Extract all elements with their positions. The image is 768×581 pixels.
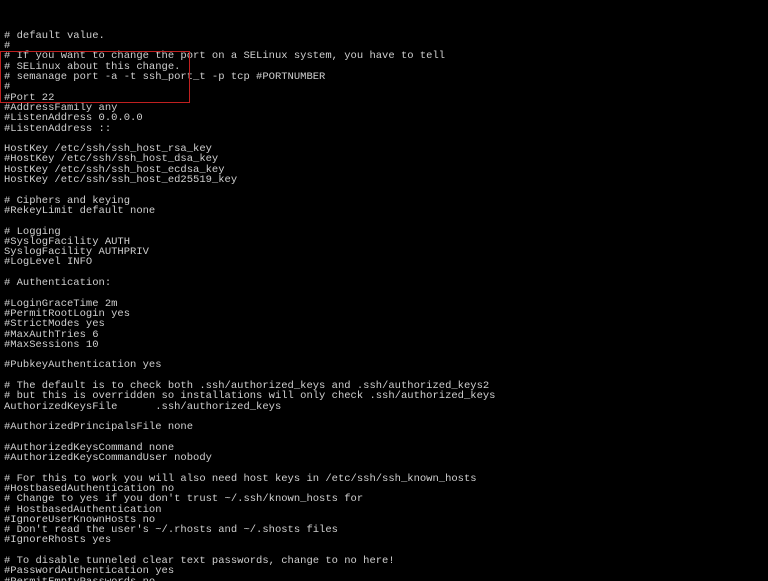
config-line: #AuthorizedKeysCommandUser nobody: [4, 453, 764, 463]
config-line: #MaxSessions 10: [4, 340, 764, 350]
config-line: #AuthorizedPrincipalsFile none: [4, 422, 764, 432]
config-line: [4, 288, 764, 298]
config-line: [4, 268, 764, 278]
config-line: # default value.: [4, 31, 764, 41]
config-line: HostKey /etc/ssh/ssh_host_ed25519_key: [4, 175, 764, 185]
config-line: # Authentication:: [4, 278, 764, 288]
terminal-viewport[interactable]: # default value.## If you want to change…: [0, 0, 768, 581]
config-line: #PermitRootLogin yes: [4, 309, 764, 319]
config-line: # semanage port -a -t ssh_port_t -p tcp …: [4, 72, 764, 82]
config-line: #RekeyLimit default none: [4, 206, 764, 216]
config-line: #ListenAddress ::: [4, 124, 764, 134]
config-file-content: # default value.## If you want to change…: [4, 31, 764, 581]
config-line: #PermitEmptyPasswords no: [4, 577, 764, 581]
config-line: # Change to yes if you don't trust ~/.ss…: [4, 494, 764, 504]
config-line: AuthorizedKeysFile .ssh/authorized_keys: [4, 402, 764, 412]
config-line: #: [4, 82, 764, 92]
config-line: #MaxAuthTries 6: [4, 330, 764, 340]
config-line: #IgnoreRhosts yes: [4, 535, 764, 545]
config-line: SyslogFacility AUTHPRIV: [4, 247, 764, 257]
config-line: # Don't read the user's ~/.rhosts and ~/…: [4, 525, 764, 535]
config-line: #PubkeyAuthentication yes: [4, 360, 764, 370]
config-line: [4, 216, 764, 226]
config-line: #LogLevel INFO: [4, 257, 764, 267]
config-line: #Port 22: [4, 93, 764, 103]
config-line: #StrictModes yes: [4, 319, 764, 329]
config-line: #ListenAddress 0.0.0.0: [4, 113, 764, 123]
